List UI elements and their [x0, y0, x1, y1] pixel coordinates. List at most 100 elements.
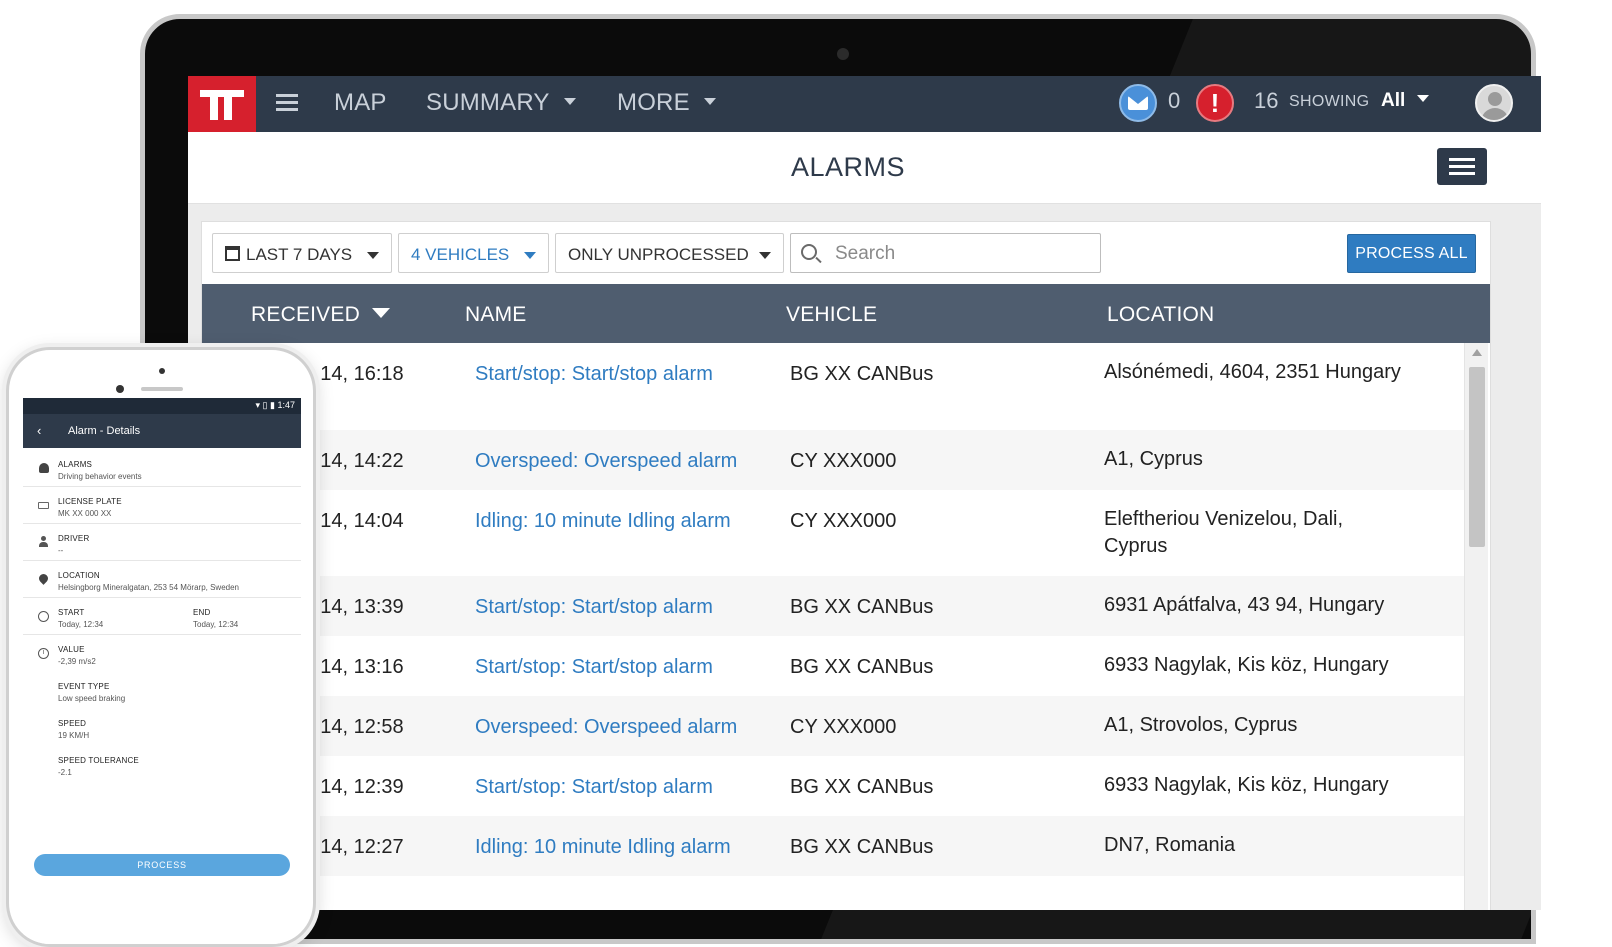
vehicles-dropdown[interactable]: 4 VEHICLES [398, 233, 549, 273]
column-received-label: RECEIVED [251, 303, 360, 326]
cell-vehicle: BG XX CANBus [790, 656, 934, 678]
detail-label: SPEED TOLERANCE [58, 756, 139, 765]
page-header: ALARMS [188, 132, 1541, 204]
table-row[interactable]: ry 14, 16:18 Start/stop: Start/stop alar… [202, 343, 1464, 430]
phone-camera [159, 368, 165, 374]
detail-value: Today, 12:34 [193, 620, 239, 629]
cell-name-link[interactable]: Start/stop: Start/stop alarm [475, 596, 713, 619]
detail-value: -2.1 [58, 768, 72, 777]
detail-label: DRIVER [58, 534, 90, 543]
detail-time: START Today, 12:34 END Today, 12:34 [23, 598, 301, 635]
page-menu-button[interactable] [1437, 148, 1487, 185]
cell-name-link[interactable]: Start/stop: Start/stop alarm [475, 776, 713, 799]
detail-alarms: ALARMS Driving behavior events [23, 450, 301, 487]
table-row[interactable]: ry 14, 13:39 Start/stop: Start/stop alar… [202, 576, 1464, 636]
user-avatar[interactable] [1475, 84, 1513, 122]
search-icon [801, 244, 817, 260]
phone-clock: 1:47 [277, 400, 295, 410]
messages-icon[interactable] [1119, 84, 1157, 122]
detail-value: Helsingborg Mineralgatan, 253 54 Mörarp,… [58, 583, 239, 592]
app-screen: MAP SUMMARY MORE 0 ! 16 SHOWING All ALAR… [188, 76, 1541, 910]
nav-map[interactable]: MAP [334, 89, 387, 117]
location-pin-icon [37, 572, 50, 585]
detail-value: MK XX 000 XX [58, 509, 112, 518]
cell-location: Eleftheriou Venizelou, Dali, Cyprus [1104, 508, 1344, 557]
phone-process-button[interactable]: PROCESS [34, 854, 290, 876]
chevron-down-icon [703, 98, 716, 106]
laptop-camera [837, 48, 849, 60]
table-row[interactable]: ry 14, 12:39 Start/stop: Start/stop alar… [202, 756, 1464, 816]
nav-more[interactable]: MORE [617, 89, 716, 117]
chevron-down-icon [759, 252, 771, 259]
showing-dropdown[interactable]: All [1381, 90, 1430, 112]
info-icon: i [38, 648, 49, 659]
column-location[interactable]: LOCATION [1107, 303, 1214, 327]
cell-name-link[interactable]: Idling: 10 minute Idling alarm [475, 836, 731, 859]
alerts-count: 16 [1254, 88, 1279, 113]
cell-vehicle: BG XX CANBus [790, 836, 934, 858]
cell-name-link[interactable]: Overspeed: Overspeed alarm [475, 450, 737, 473]
chevron-down-icon [1417, 95, 1430, 103]
detail-value: 19 KM/H [58, 731, 90, 740]
date-range-label: LAST 7 DAYS [246, 245, 353, 264]
vehicles-label: 4 VEHICLES [411, 245, 510, 264]
detail-location: LOCATION Helsingborg Mineralgatan, 253 5… [23, 561, 301, 598]
column-vehicle[interactable]: VEHICLE [786, 303, 877, 327]
calendar-icon [225, 246, 240, 261]
table-row[interactable]: ry 14, 14:22 Overspeed: Overspeed alarm … [202, 430, 1464, 490]
scroll-up-icon[interactable] [1472, 349, 1482, 356]
back-arrow-icon[interactable]: ‹ [37, 423, 41, 438]
detail-value: -- [58, 546, 64, 555]
status-dropdown[interactable]: ONLY UNPROCESSED [555, 233, 784, 273]
scrollbar-thumb[interactable] [1469, 367, 1485, 547]
search-input[interactable] [835, 242, 1085, 266]
cell-name-link[interactable]: Start/stop: Start/stop alarm [475, 656, 713, 679]
detail-label: VALUE [58, 645, 85, 654]
detail-event-type: EVENT TYPE Low speed braking [23, 672, 301, 709]
cell-name-link[interactable]: Start/stop: Start/stop alarm [475, 363, 713, 386]
cell-location: A1, Strovolos, Cyprus [1104, 714, 1298, 736]
table-header: RECEIVED NAME VEHICLE LOCATION [202, 284, 1490, 343]
detail-label: LICENSE PLATE [58, 497, 122, 506]
envelope-flap [1128, 96, 1148, 104]
detail-speed: SPEED 19 KM/H [23, 709, 301, 746]
table-row[interactable]: ry 14, 12:27 Idling: 10 minute Idling al… [202, 816, 1464, 876]
detail-label: START [58, 608, 85, 617]
alarms-panel: LAST 7 DAYS 4 VEHICLES ONLY UNPROCESSED … [201, 221, 1491, 910]
logo-stem-left [210, 90, 218, 120]
cell-location: 6933 Nagylak, Kis köz, Hungary [1104, 774, 1389, 796]
date-range-dropdown[interactable]: LAST 7 DAYS [212, 233, 392, 273]
nav-summary-label: SUMMARY [426, 89, 550, 116]
alerts-icon[interactable]: ! [1196, 84, 1234, 122]
table-scrollbar[interactable] [1464, 343, 1488, 910]
table-row[interactable]: ry 14, 14:04 Idling: 10 minute Idling al… [202, 490, 1464, 576]
cell-vehicle: BG XX CANBus [790, 776, 934, 798]
cell-name-link[interactable]: Idling: 10 minute Idling alarm [475, 510, 731, 533]
phone-status-bar: ▾ ▯ ▮ 1:47 [23, 398, 301, 414]
detail-label: ALARMS [58, 460, 93, 469]
phone-sensor [116, 385, 124, 393]
chevron-down-icon [367, 252, 379, 259]
process-all-button[interactable]: PROCESS ALL [1347, 234, 1476, 273]
page-title: ALARMS [790, 152, 906, 182]
person-icon [41, 536, 46, 541]
detail-value: -2,39 m/s2 [58, 657, 96, 666]
cell-name-link[interactable]: Overspeed: Overspeed alarm [475, 716, 737, 739]
cell-vehicle: CY XXX000 [790, 450, 897, 472]
nav-summary[interactable]: SUMMARY [426, 89, 576, 117]
detail-label: EVENT TYPE [58, 682, 110, 691]
phone-speaker [141, 387, 183, 391]
column-name[interactable]: NAME [465, 303, 526, 327]
table-row[interactable]: ry 14, 13:16 Start/stop: Start/stop alar… [202, 636, 1464, 696]
cell-vehicle: BG XX CANBus [790, 363, 934, 385]
phone-screen: ▾ ▯ ▮ 1:47 ‹ Alarm - Details ALARMS Driv… [23, 398, 301, 944]
column-received[interactable]: RECEIVED [251, 303, 390, 327]
brand-logo[interactable] [188, 76, 256, 132]
detail-value: Today, 12:34 [58, 620, 104, 629]
table-row[interactable]: ry 14, 12:58 Overspeed: Overspeed alarm … [202, 696, 1464, 756]
detail-value: Low speed braking [58, 694, 126, 703]
avatar-head [1488, 92, 1502, 106]
search-box [790, 233, 1101, 273]
cell-location: DN7, Romania [1104, 834, 1236, 856]
hamburger-menu-icon[interactable] [276, 94, 298, 112]
